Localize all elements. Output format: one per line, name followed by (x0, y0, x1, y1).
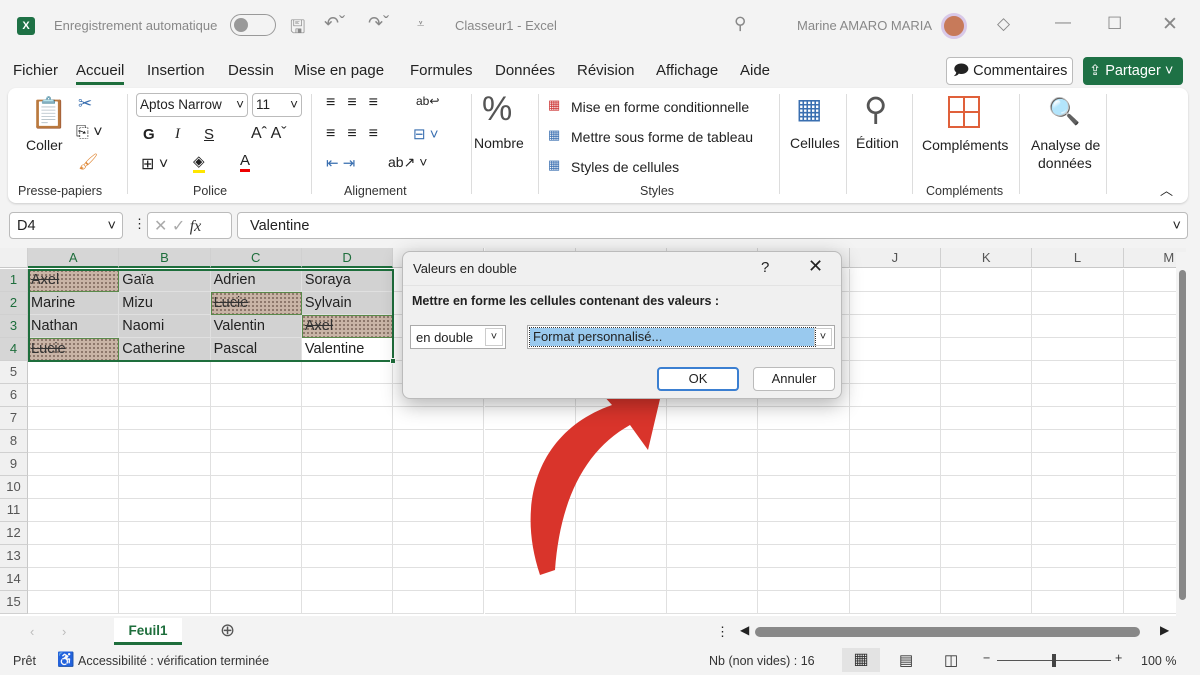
dialog-close-icon[interactable]: ✕ (808, 256, 823, 277)
count-status: Nb (non vides) : 16 (709, 654, 815, 668)
accessibility-icon[interactable]: ♿ (57, 651, 74, 668)
zoom-slider[interactable] (997, 654, 1111, 667)
zoom-out-button[interactable]: − (983, 651, 990, 665)
accessibility-status[interactable]: Accessibilité : vérification terminée (78, 654, 269, 668)
cancel-button[interactable]: Annuler (753, 367, 835, 391)
prev-sheet-icon[interactable]: ‹ (30, 624, 34, 639)
zoom-level[interactable]: 100 % (1141, 654, 1176, 668)
normal-view-icon[interactable]: ▦ (842, 648, 880, 672)
horizontal-scrollbar[interactable] (755, 627, 1140, 637)
ok-button[interactable]: OK (657, 367, 739, 391)
add-sheet-icon[interactable]: ⊕ (220, 620, 235, 641)
duplicate-values-dialog: Valeurs en double ? ✕ Mettre en forme le… (402, 251, 842, 399)
dialog-prompt: Mettre en forme les cellules contenant d… (412, 294, 720, 308)
status-ready: Prêt (13, 654, 36, 668)
sheet-tab-bar: ‹ › Feuil1 ⊕ ⋮ ◀ ▶ (0, 618, 1200, 646)
page-break-icon[interactable]: ◫ (944, 651, 958, 669)
chevron-down-icon: ˅ (814, 328, 832, 346)
chevron-down-icon: ˅ (485, 328, 503, 346)
scroll-left-icon[interactable]: ◀ (740, 623, 749, 637)
type-select[interactable]: en double ˅ (410, 325, 506, 349)
help-button[interactable]: ? (761, 259, 769, 276)
next-sheet-icon[interactable]: › (62, 624, 66, 639)
scroll-right-icon[interactable]: ▶ (1160, 623, 1169, 637)
page-layout-icon[interactable]: ▤ (899, 651, 913, 669)
sheet-tab-feuil1[interactable]: Feuil1 (114, 618, 182, 645)
tab-splitter-icon[interactable]: ⋮ (716, 624, 729, 640)
format-select[interactable]: Format personnalisé... ˅ (527, 325, 835, 349)
zoom-in-button[interactable]: + (1115, 651, 1122, 665)
status-bar: Prêt ♿ Accessibilité : vérification term… (0, 648, 1200, 674)
dialog-title: Valeurs en double (413, 261, 517, 276)
